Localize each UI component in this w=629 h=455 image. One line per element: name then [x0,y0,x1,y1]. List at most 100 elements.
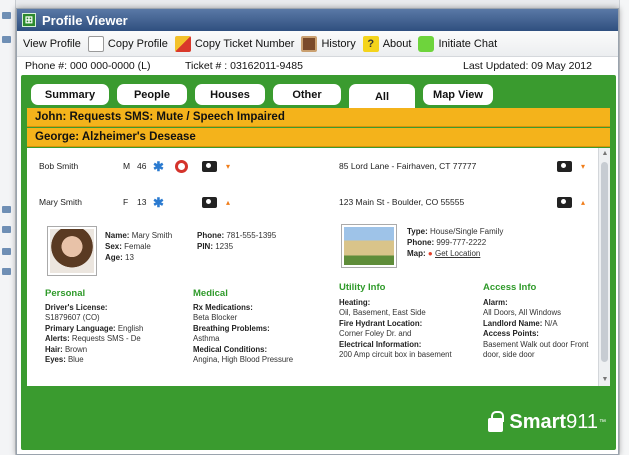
copy-profile-label: Copy Profile [107,37,168,50]
last-updated: Last Updated: 09 May 2012 [462,59,592,72]
access-points-value: Basement Walk out door Front door, side … [483,339,589,360]
type-label: Type: [407,227,428,236]
access-heading: Access Info [483,282,537,293]
person-age: 13 [137,197,147,207]
house-detail: Type: House/Single Family Phone: 999-777… [407,226,503,259]
heating-value: Oil, Basement, East Side [339,308,426,318]
alert-bar: John: Requests SMS: Mute / Speech Impair… [27,108,610,127]
history-label: History [321,37,356,50]
copy-ticket-button[interactable]: Copy Ticket Number [174,35,295,52]
background-app-edge [0,0,16,455]
scroll-up-icon[interactable]: ▲ [600,149,610,159]
house-phone: 999-777-2222 [436,238,487,247]
copy-profile-button[interactable]: Copy Profile [87,35,168,52]
alarm-label: Alarm: [483,298,508,307]
heating-label: Heating: [339,298,371,307]
eyes-label: Eyes: [45,355,66,365]
house-phone-label: Phone: [407,238,435,247]
house-photo [341,224,397,268]
vertical-scrollbar[interactable]: ▲ ▼ [598,148,610,386]
personal-heading: Personal [45,288,86,299]
person-age: 46 [137,161,147,171]
question-icon: ? [362,35,379,52]
document-icon [87,35,104,52]
breathing-value: Asthma [193,334,220,344]
address-row[interactable]: 123 Main St - Boulder, CO 55555 ▴ [339,192,585,212]
person-contact: Phone: 781-555-1395 PIN: 1235 [197,230,276,252]
tab-houses[interactable]: Houses [195,84,265,105]
tab-map-view[interactable]: Map View [423,84,493,105]
view-profile-button[interactable]: View Profile [23,38,81,50]
history-button[interactable]: History [301,35,356,52]
map-label: Map: [407,249,426,258]
house-type: House/Single Family [429,227,504,236]
language-label: Primary Language: [45,323,116,333]
landlord-value: N/A [544,318,558,328]
content-panel: Bob Smith M 46 ✱ ▾ Mary Smith F 13 ✱ ▴ 8… [27,148,610,386]
person-photo [47,226,97,276]
brand-smart: Smart [509,410,567,433]
license-label: Driver's License: [45,303,108,312]
about-button[interactable]: ? About [362,35,411,52]
alerts-label: Alerts: [45,334,70,344]
copy-ticket-label: Copy Ticket Number [194,37,295,50]
detail-phone: 781-555-1395 [226,231,277,240]
info-line: Phone #: 000 000-0000 (L) Ticket # : 031… [17,57,618,74]
camera-icon[interactable] [202,160,217,172]
initiate-chat-button[interactable]: Initiate Chat [418,35,498,52]
person-row[interactable]: Bob Smith M 46 ✱ ▾ [39,156,230,176]
brand-trademark: ™ [599,418,606,426]
chevron-down-icon[interactable]: ▾ [226,162,230,171]
background-marker [2,36,11,43]
person-row[interactable]: Mary Smith F 13 ✱ ▴ [39,192,230,212]
person-sex: M [123,161,131,171]
detail-age: 13 [125,253,134,262]
pin-label: PIN: [197,242,213,251]
background-marker [2,248,11,255]
address-text: 85 Lord Lane - Fairhaven, CT 77777 [339,161,477,171]
lock-icon [488,410,505,432]
person-sex: F [123,197,129,207]
window-title: Profile Viewer [42,12,128,28]
camera-icon[interactable] [557,196,572,208]
sex-label: Sex: [105,242,122,251]
title-bar[interactable]: ⊞ Profile Viewer [17,9,618,31]
detail-sex: Female [124,242,151,251]
landlord-label: Landlord Name: [483,318,543,328]
app-icon: ⊞ [22,13,36,27]
get-location-link[interactable]: Get Location [435,249,480,258]
background-marker [2,206,11,213]
person-name: Bob Smith [39,161,79,171]
phone-label: Phone: [197,231,225,240]
camera-icon[interactable] [202,196,217,208]
rx-value: Beta Blocker [193,313,238,323]
caller-phone: Phone #: 000 000-0000 (L) [25,59,151,72]
tab-bar: Summary People Houses Other All Map View [31,84,501,109]
name-label: Name: [105,231,130,240]
chat-bubble-icon [418,35,435,52]
tab-summary[interactable]: Summary [31,84,109,105]
hydrant-label: Fire Hydrant Location: [339,318,423,328]
chevron-up-icon[interactable]: ▴ [581,198,585,207]
background-marker [2,226,11,233]
camera-icon[interactable] [557,160,572,172]
rx-label: Rx Medications: [193,303,253,312]
address-row[interactable]: 85 Lord Lane - Fairhaven, CT 77777 ▾ [339,156,585,176]
chevron-up-icon[interactable]: ▴ [226,198,230,207]
chat-label: Initiate Chat [438,37,498,50]
tab-all[interactable]: All [349,84,415,109]
hydrant-value: Corner Foley Dr. and [339,329,412,339]
chevron-down-icon[interactable]: ▾ [581,162,585,171]
background-marker [2,268,11,275]
tab-other[interactable]: Other [273,84,341,105]
scroll-thumb[interactable] [601,162,608,362]
lifebuoy-icon [175,159,188,173]
conditions-value: Angina, High Blood Pressure [193,355,294,365]
age-label: Age: [105,253,123,262]
utility-heading: Utility Info [339,282,386,293]
alert-bar: George: Alzheimer's Desease [27,128,610,147]
scroll-down-icon[interactable]: ▼ [600,375,610,385]
smart911-logo: Smart 911 ™ [488,408,606,436]
tab-people[interactable]: People [117,84,187,105]
access-info: Alarm: All Doors, All Windows Landlord N… [483,298,595,360]
